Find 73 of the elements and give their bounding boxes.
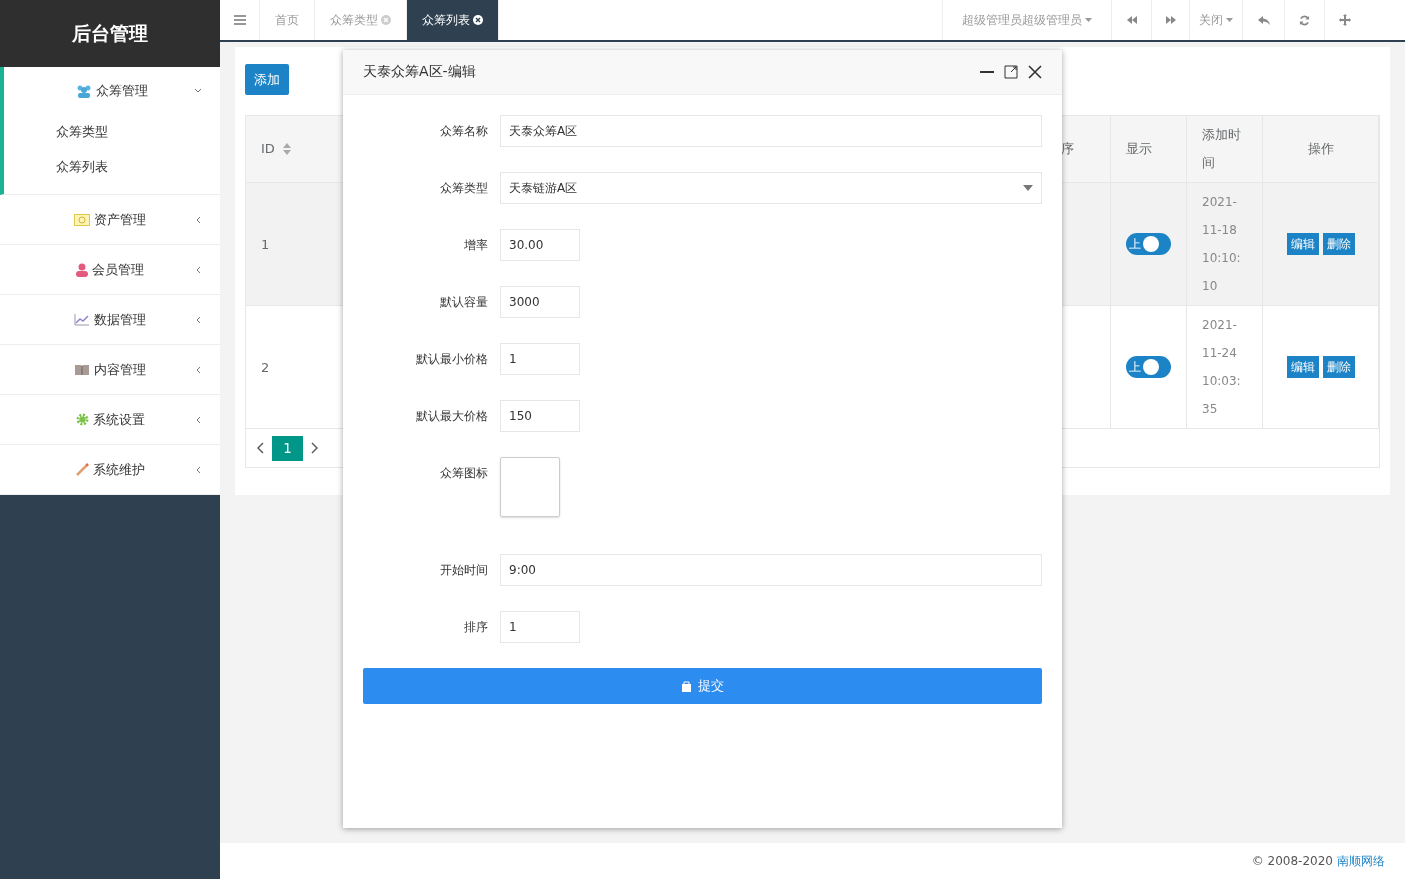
- field-label: 开始时间: [439, 562, 488, 579]
- dialog-title: 天泰众筹A区-编辑: [363, 63, 477, 81]
- menu-item[interactable]: 众筹管理: [4, 67, 220, 114]
- book-icon: [74, 363, 90, 376]
- line-chart-icon: [74, 313, 90, 326]
- toggle-switch[interactable]: 上: [1126, 356, 1171, 378]
- text-field[interactable]: 1: [500, 611, 580, 643]
- field-label: 众筹名称: [439, 123, 488, 140]
- chevron-left-icon: [194, 315, 202, 324]
- caret-icon: [1226, 18, 1233, 22]
- field-label: 排序: [463, 619, 488, 636]
- menu-item[interactable]: 会员管理: [0, 245, 220, 294]
- table-cell-text: 2021-11-24 10:03:35: [1202, 317, 1242, 418]
- chevron-left-icon: [194, 365, 202, 374]
- menu-item[interactable]: 数据管理: [0, 295, 220, 344]
- banknote-icon: [74, 213, 90, 226]
- column-header: 序: [1061, 116, 1111, 183]
- column-header[interactable]: ID: [246, 116, 344, 183]
- company-link[interactable]: 南顺网络: [1337, 852, 1385, 870]
- close-icon[interactable]: [1028, 65, 1042, 79]
- text-field[interactable]: 天泰众筹A区: [500, 115, 1042, 147]
- add-button[interactable]: 添加: [245, 64, 289, 95]
- text-field[interactable]: 30.00: [500, 229, 580, 261]
- chevron-down-icon: [194, 86, 202, 95]
- image-upload-field[interactable]: [500, 457, 560, 517]
- field-label: 默认最小价格: [415, 351, 488, 368]
- table-cell: 1: [261, 236, 270, 252]
- copyright-text: © 2008-2020: [1251, 854, 1333, 868]
- edit-button[interactable]: 编辑: [1286, 356, 1319, 378]
- field-label: 增率: [463, 237, 488, 254]
- next-page-icon[interactable]: [311, 442, 319, 454]
- tab[interactable]: 众筹列表: [407, 0, 499, 40]
- menu-item[interactable]: 资产管理: [0, 195, 220, 244]
- people-icon: [76, 83, 92, 98]
- text-field[interactable]: 150: [500, 400, 580, 432]
- text-field[interactable]: 3000: [500, 286, 580, 318]
- page-button[interactable]: 1: [272, 435, 303, 461]
- select-field[interactable]: 天泰链游A区: [500, 172, 1042, 204]
- column-header: 显示: [1111, 116, 1187, 183]
- chevron-left-icon: [194, 265, 202, 274]
- chevron-left-icon: [194, 465, 202, 474]
- field-label: 默认最大价格: [415, 408, 488, 425]
- previous-page-icon[interactable]: [256, 442, 264, 454]
- app-title: 后台管理: [0, 0, 220, 67]
- submenu-item[interactable]: 众筹列表: [4, 149, 220, 184]
- field-label: 默认容量: [439, 294, 488, 311]
- table-cell: 2: [261, 359, 270, 375]
- caret-icon: [1085, 18, 1092, 22]
- field-label: 众筹图标: [439, 465, 488, 482]
- text-field[interactable]: 1: [500, 343, 580, 375]
- delete-button[interactable]: 删除: [1322, 356, 1355, 378]
- maximize-icon[interactable]: [1004, 65, 1018, 79]
- delete-button[interactable]: 删除: [1322, 233, 1355, 255]
- menu-item[interactable]: 内容管理: [0, 345, 220, 394]
- menu-item[interactable]: 系统维护: [0, 445, 220, 494]
- chevron-left-icon: [194, 415, 202, 424]
- menu-item[interactable]: 系统设置: [0, 395, 220, 444]
- caret-icon: [1023, 185, 1033, 191]
- toggle-switch[interactable]: 上: [1126, 233, 1171, 255]
- column-header: 操作: [1263, 116, 1379, 183]
- wand-icon: [75, 463, 89, 476]
- gear-icon: [75, 413, 89, 426]
- text-field[interactable]: 9:00: [500, 554, 1042, 586]
- edit-button[interactable]: 编辑: [1286, 233, 1319, 255]
- close-icon[interactable]: [473, 15, 483, 25]
- lock-icon: [681, 680, 692, 692]
- submenu-item[interactable]: 众筹类型: [4, 114, 220, 149]
- column-header: 添加时间: [1187, 116, 1263, 183]
- sort-icon[interactable]: [282, 143, 291, 155]
- chevron-left-icon: [194, 215, 202, 224]
- user-icon: [76, 262, 88, 277]
- table-cell-text: 2021-11-18 10:10:10: [1202, 194, 1242, 295]
- field-label: 众筹类型: [439, 180, 488, 197]
